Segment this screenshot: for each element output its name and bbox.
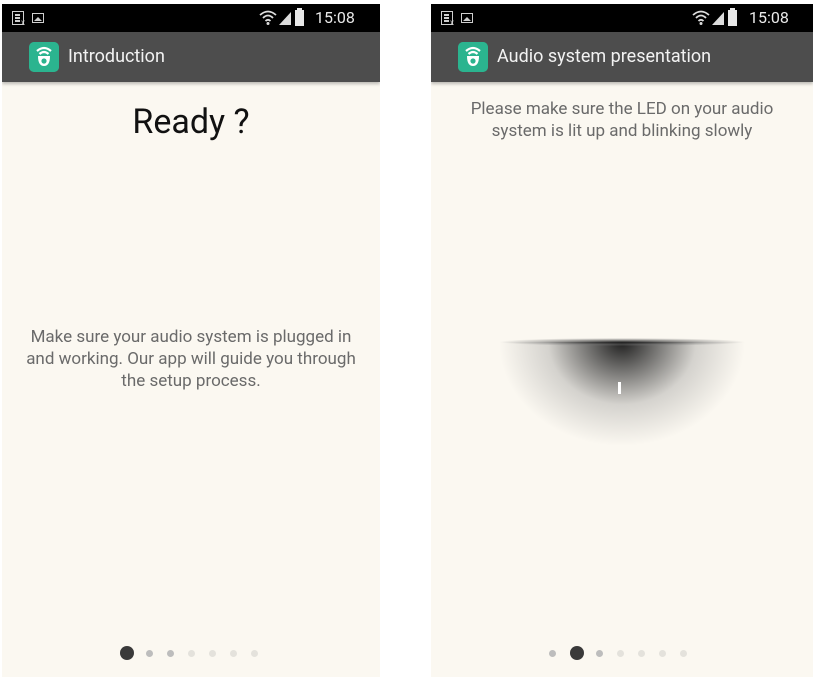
page-dot-3[interactable] (596, 649, 603, 657)
page-dot-2[interactable] (146, 649, 153, 657)
status-clock: 15:08 (315, 8, 355, 27)
image-notification-icon (32, 13, 44, 23)
app-logo-icon[interactable] (29, 42, 59, 72)
led-indicator (618, 382, 621, 394)
page-dot-1[interactable] (549, 649, 556, 657)
battery-icon (295, 8, 304, 26)
action-bar: Introduction (2, 32, 380, 82)
page-indicator[interactable] (120, 645, 272, 661)
page-title: Introduction (68, 46, 165, 67)
page-dot-7[interactable] (251, 649, 258, 657)
status-bar: x 15:08 (2, 4, 380, 32)
app-logo-icon[interactable] (458, 42, 488, 72)
instruction-text: Make sure your audio system is plugged i… (26, 327, 356, 391)
page-dot-5[interactable] (638, 649, 645, 657)
status-bar: x 15:08 (431, 4, 813, 32)
page-title: Audio system presentation (497, 46, 712, 67)
wifi-icon (259, 10, 277, 25)
page-dot-4[interactable] (188, 649, 195, 657)
page-dot-6[interactable] (659, 649, 666, 657)
status-clock: 15:08 (749, 8, 789, 27)
audio-device-body (499, 342, 745, 446)
screenshot-notification-icon: x (441, 11, 454, 27)
page-indicator[interactable] (549, 645, 701, 661)
signal-icon (279, 12, 291, 25)
image-notification-icon (461, 13, 473, 23)
action-bar: Audio system presentation (431, 32, 813, 82)
page-dot-2[interactable] (570, 646, 584, 660)
screenshot-notification-icon: x (12, 11, 25, 27)
page-dot-5[interactable] (209, 649, 216, 657)
wifi-icon (692, 10, 710, 25)
page-dot-3[interactable] (167, 649, 174, 657)
introduction-screen: x 15:08 Introduction Ready ? Make sure y… (2, 4, 380, 677)
battery-icon (728, 8, 737, 26)
page-dot-4[interactable] (617, 649, 624, 657)
instruction-text: Please make sure the LED on your audio s… (470, 99, 774, 141)
audio-system-presentation-screen: x 15:08 Audio system presentation Please… (431, 4, 813, 677)
audio-device-top (499, 338, 745, 346)
headline: Ready ? (132, 102, 250, 142)
signal-icon (712, 12, 724, 25)
page-dot-7[interactable] (680, 649, 687, 657)
page-dot-1[interactable] (120, 646, 134, 660)
page-dot-6[interactable] (230, 649, 237, 657)
